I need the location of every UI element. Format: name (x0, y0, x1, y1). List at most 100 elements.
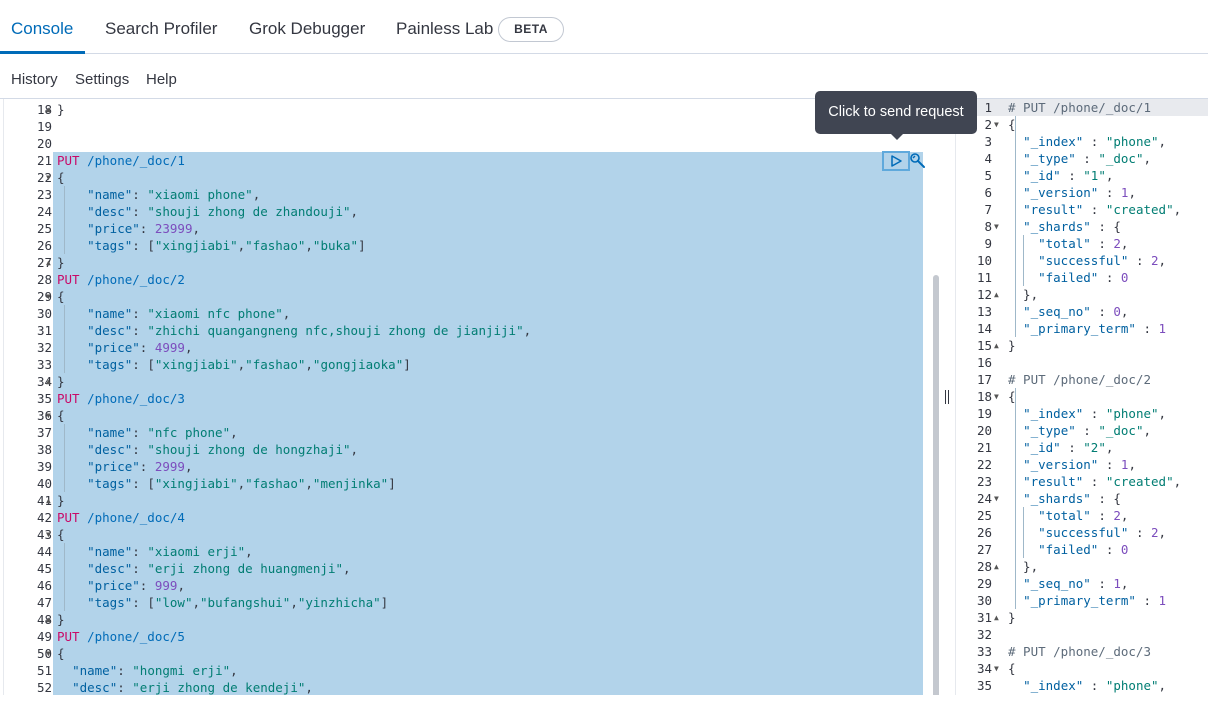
fold-down-icon[interactable]: ▼ (46, 526, 51, 543)
line-number: 6 (984, 185, 992, 200)
line-number: 25 (36, 221, 52, 236)
code-token: { (57, 646, 65, 661)
code-line: 10 "successful" : 2, (956, 252, 1208, 269)
code-token: "_version" (1023, 457, 1099, 472)
code-token: ] (388, 476, 396, 491)
tab-console[interactable]: Console (11, 19, 73, 39)
code-token: # PUT /phone/_doc/3 (1008, 644, 1151, 659)
fold-up-icon[interactable]: ▲ (994, 286, 999, 303)
code-line: 42 PUT /phone/_doc/4 (4, 509, 939, 526)
response-editor[interactable]: 1 # PUT /phone/_doc/1 2 ▼{3 "_index" : "pho… (955, 99, 1208, 695)
line-number: 21 (976, 440, 992, 455)
code-token: "desc" (87, 442, 133, 457)
send-request-button[interactable] (882, 151, 910, 171)
line-number: 21 (36, 153, 52, 168)
code-line: 8 ▼ "_shards" : { (956, 218, 1208, 235)
code-token: "name" (87, 306, 133, 321)
code-token: "_doc" (1098, 151, 1144, 166)
code-token: } (1008, 610, 1016, 625)
tab-painless-lab[interactable]: Painless Lab (396, 19, 493, 39)
help-link[interactable]: Help (146, 71, 177, 88)
fold-down-icon[interactable]: ▼ (46, 645, 51, 662)
fold-up-icon[interactable]: ▲ (994, 337, 999, 354)
code-token: "_shards" (1023, 219, 1091, 234)
settings-link[interactable]: Settings (75, 71, 129, 88)
code-text: "price": 23999, (57, 220, 200, 237)
fold-down-icon[interactable]: ▼ (994, 388, 999, 405)
fold-up-icon[interactable]: ▲ (994, 609, 999, 626)
code-token: : (1075, 151, 1099, 166)
fold-down-icon[interactable]: ▼ (994, 660, 999, 677)
line-number: 20 (36, 136, 52, 151)
code-token: "desc" (87, 204, 133, 219)
line-number: 11 (976, 270, 992, 285)
code-token: "xiaomi phone" (147, 187, 253, 202)
code-token: : (1128, 253, 1151, 268)
tab-grok-debugger[interactable]: Grok Debugger (249, 19, 365, 39)
code-token: { (57, 289, 65, 304)
code-token: : (1083, 134, 1106, 149)
fold-up-icon[interactable]: ▲ (46, 101, 51, 118)
code-text: "_version" : 1, (1008, 184, 1136, 201)
code-token: 0 (1120, 270, 1129, 285)
code-line: 38 "desc": "shouji zhong de hongzhaji", (4, 441, 939, 458)
code-token: "total" (1038, 236, 1091, 251)
code-token: 1 (1158, 321, 1167, 336)
request-editor[interactable]: 18 ▲} 19 20 21 PUT /phone/_doc/1 22 ▼{23 "name"… (3, 99, 939, 695)
code-token: : (1083, 474, 1106, 489)
code-token: "xingjiabi" (154, 476, 238, 491)
code-token: /phone/_doc/2 (79, 272, 185, 287)
code-text: } (57, 101, 65, 118)
line-number: 22 (36, 170, 52, 185)
code-line: 6 "_version" : 1, (956, 184, 1208, 201)
code-token: "erji zhong de huangmenji" (147, 561, 343, 576)
code-token: "price" (87, 221, 140, 236)
code-text: "name": "nfc phone", (57, 424, 238, 441)
panel-resize-handle[interactable] (944, 390, 950, 404)
fold-up-icon[interactable]: ▲ (46, 492, 51, 509)
fold-down-icon[interactable]: ▼ (46, 169, 51, 186)
request-actions-button[interactable] (909, 152, 927, 170)
code-token: "bufangshui" (200, 595, 291, 610)
code-token: "gongjiaoka" (312, 357, 404, 372)
code-text: "_type" : "_doc", (1008, 150, 1151, 167)
code-token: "failed" (1038, 542, 1099, 557)
fold-down-icon[interactable]: ▼ (994, 218, 999, 235)
code-line: 30 "_primary_term" : 1 (956, 592, 1208, 609)
code-line: 27 "failed" : 0 (956, 541, 1208, 558)
code-token: }, (1008, 287, 1039, 302)
fold-down-icon[interactable]: ▼ (46, 288, 51, 305)
code-line: 32 "price": 4999, (4, 339, 939, 356)
fold-up-icon[interactable]: ▲ (994, 558, 999, 575)
history-link[interactable]: History (11, 71, 58, 88)
code-token: "phone" (1105, 678, 1159, 693)
fold-up-icon[interactable]: ▲ (46, 254, 51, 271)
code-token: , (1105, 440, 1114, 455)
fold-up-icon[interactable]: ▲ (46, 611, 51, 628)
fold-up-icon[interactable]: ▲ (46, 373, 51, 390)
code-token: , (305, 680, 313, 695)
code-token: PUT (57, 629, 80, 644)
code-token: 23999 (154, 221, 193, 236)
code-token: "name" (87, 187, 133, 202)
line-number: 23 (976, 474, 992, 489)
line-number: 39 (36, 459, 52, 474)
editor-scrollbar[interactable] (933, 275, 939, 695)
fold-down-icon[interactable]: ▼ (994, 116, 999, 133)
line-number: 44 (36, 544, 52, 559)
code-token: , (1128, 185, 1136, 200)
code-line: 18 ▲} (4, 101, 939, 118)
line-number: 35 (36, 391, 52, 406)
fold-down-icon[interactable]: ▼ (46, 407, 51, 424)
code-token: : (117, 663, 133, 678)
code-token: "_index" (1023, 134, 1084, 149)
code-token: "zhichi quangangneng nfc,shouji zhong de… (147, 323, 524, 338)
line-number: 17 (976, 372, 992, 387)
code-line: 20 (4, 135, 939, 152)
tab-search-profiler[interactable]: Search Profiler (105, 19, 217, 39)
fold-down-icon[interactable]: ▼ (994, 490, 999, 507)
code-line: 2 ▼{ (956, 116, 1208, 133)
code-text: "tags": ["xingjiabi","fashao","menjinka"… (57, 475, 396, 492)
